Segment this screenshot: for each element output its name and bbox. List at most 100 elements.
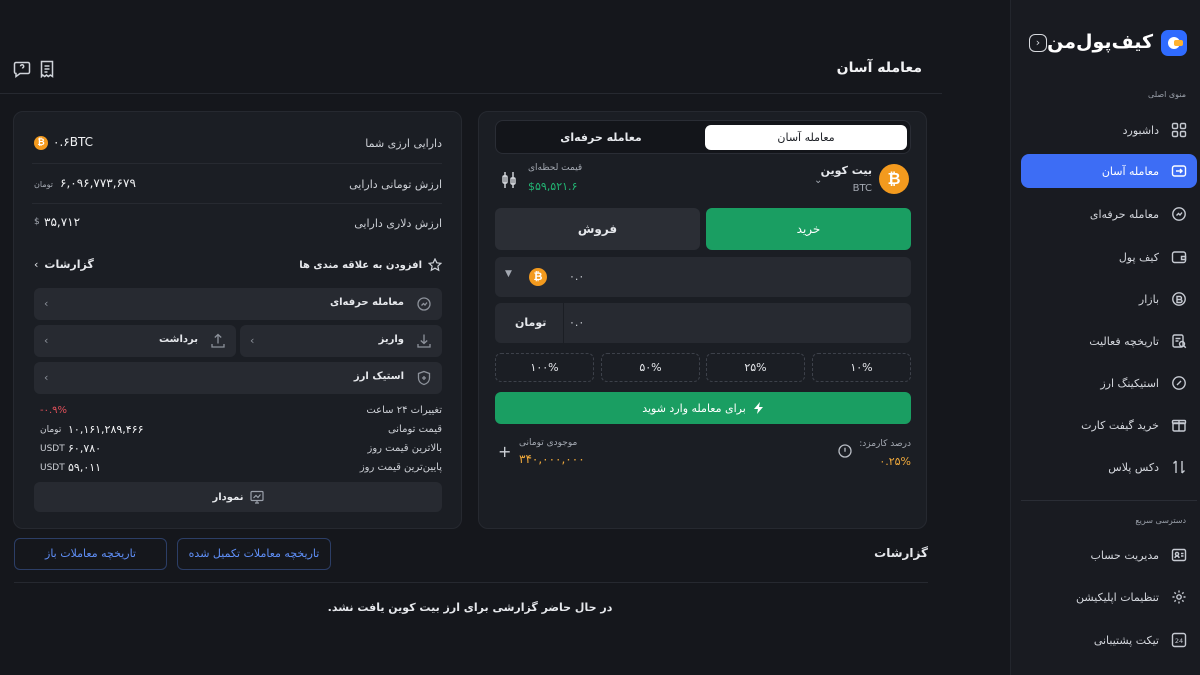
- bitcoin-icon: ₿: [34, 136, 48, 150]
- deposit-button[interactable]: واریز ‹: [240, 325, 442, 357]
- collapse-sidebar-icon[interactable]: ›: [1029, 34, 1047, 52]
- sidebar-item-wallet[interactable]: کیف پول: [1021, 240, 1197, 274]
- chevron-left-icon: ‹: [250, 334, 255, 347]
- wallet-icon: [1171, 251, 1187, 264]
- market-icon: [1172, 292, 1186, 306]
- stat-unit-toman: تومان: [40, 425, 62, 435]
- sidebar-item-label: معامله آسان: [1101, 164, 1159, 178]
- sidebar-item-gift-card[interactable]: خرید گیفت کارت: [1021, 408, 1197, 442]
- stat-value-24h-change: -۰.۹%: [40, 405, 68, 416]
- stat-value-day-low: ۵۹,۰۱۱: [68, 461, 102, 474]
- fee-label: درصد کارمزد:: [859, 439, 911, 449]
- tab-easy-trade[interactable]: معامله آسان: [705, 125, 907, 150]
- toman-unit: تومان: [34, 180, 53, 189]
- sell-button[interactable]: فروش: [495, 208, 700, 250]
- percent-50-button[interactable]: ۵۰%: [601, 353, 700, 382]
- add-to-watchlist-button[interactable]: افزودن به علاقه مندی ها: [299, 258, 442, 272]
- dollar-value-label: ارزش دلاری دارایی: [354, 217, 442, 230]
- toman-value-label: ارزش تومانی دارایی: [349, 178, 442, 191]
- chevron-left-icon: ‹: [44, 371, 49, 384]
- open-trades-history-button[interactable]: تاریخچه معاملات باز: [14, 538, 167, 570]
- chevron-down-icon[interactable]: ▼: [505, 269, 512, 279]
- sidebar-item-label: استیکینگ ارز: [1100, 376, 1159, 390]
- tab-pro-trade[interactable]: معامله حرفه‌ای: [500, 125, 702, 150]
- dashboard-icon: [1171, 122, 1187, 138]
- receipt-icon[interactable]: [38, 60, 56, 78]
- coin-name: بیت کوین: [820, 164, 872, 177]
- toman-balance-value: ۳۴۰,۰۰۰,۰۰۰: [519, 452, 585, 466]
- sidebar-item-staking[interactable]: استیکینگ ارز: [1021, 366, 1197, 400]
- staking-icon: [1172, 376, 1186, 390]
- crypto-amount-value[interactable]: ۰.۰: [569, 270, 584, 283]
- percent-10-button[interactable]: ۱۰%: [812, 353, 911, 382]
- stat-label-day-high: بالاترین قیمت روز: [367, 443, 442, 454]
- add-balance-icon[interactable]: +: [498, 442, 511, 461]
- login-to-trade-button[interactable]: برای معامله وارد شوید: [495, 392, 911, 424]
- header-divider: [0, 93, 942, 94]
- lightning-icon: [753, 402, 763, 414]
- sidebar-item-label: کیف پول: [1118, 250, 1159, 264]
- toman-amount-field[interactable]: تومان ۰.۰: [495, 303, 911, 343]
- percent-100-button[interactable]: ۱۰۰%: [495, 353, 594, 382]
- coin-symbol: BTC: [852, 183, 872, 194]
- pro-trade-action-button[interactable]: معامله حرفه‌ای ‹: [34, 288, 442, 320]
- buy-button[interactable]: خرید: [706, 208, 911, 250]
- toman-amount-value[interactable]: ۰.۰: [569, 316, 584, 329]
- sidebar-item-label: تیکت پشتیبانی: [1093, 633, 1159, 647]
- star-icon: [428, 258, 442, 272]
- pro-trade-action-label: معامله حرفه‌ای: [329, 297, 404, 308]
- withdraw-button[interactable]: برداشت ‹: [34, 325, 236, 357]
- brand-logo[interactable]: کیف‌پول‌من: [1029, 28, 1189, 58]
- toman-balance-label: موجودی تومانی: [519, 438, 578, 448]
- reports-link[interactable]: ‹ گزارشات: [34, 258, 94, 271]
- instant-price-value: $۵۹,۵۲۱.۶: [528, 180, 578, 193]
- staking-icon: [417, 370, 431, 386]
- reports-link-label: گزارشات: [44, 258, 94, 271]
- bitcoin-icon: ₿: [879, 164, 909, 194]
- bitcoin-icon: ₿: [529, 268, 547, 286]
- stat-label-24h-change: تغییرات ۲۴ ساعت: [366, 405, 442, 416]
- toman-currency-label: تومان: [515, 316, 547, 329]
- sidebar-item-dex[interactable]: دکس پلاس: [1021, 450, 1197, 484]
- withdraw-icon: [211, 333, 225, 348]
- sidebar-item-label: تاریخچه فعالیت: [1089, 334, 1159, 348]
- percent-25-button[interactable]: ۲۵%: [706, 353, 805, 382]
- easy-trade-icon: [1171, 165, 1187, 177]
- sidebar-item-label: تنظیمات اپلیکیشن: [1076, 590, 1159, 604]
- main-menu-title: منوی اصلی: [1148, 90, 1186, 99]
- pro-trade-icon: [417, 297, 431, 311]
- toman-value: ۶,۰۹۶,۷۷۳,۶۷۹: [60, 176, 136, 190]
- stat-label-toman-price: قیمت تومانی: [387, 424, 442, 435]
- completed-trades-history-button[interactable]: تاریخچه معاملات تکمیل شده: [177, 538, 331, 570]
- help-chat-icon[interactable]: [13, 60, 31, 78]
- sidebar-item-pro-trade[interactable]: معامله حرفه‌ای: [1021, 197, 1197, 231]
- sidebar-item-dashboard[interactable]: داشبورد: [1021, 113, 1197, 147]
- history-icon: [1172, 334, 1187, 349]
- sidebar-item-label: خرید گیفت کارت: [1081, 418, 1159, 432]
- support-ticket-icon: 24: [1171, 632, 1187, 648]
- candlestick-chart-icon[interactable]: [500, 170, 518, 190]
- divider: [32, 203, 442, 204]
- field-separator: [563, 303, 564, 343]
- sidebar-item-support[interactable]: 24 تیکت پشتیبانی: [1021, 623, 1197, 657]
- svg-text:24: 24: [1175, 637, 1183, 645]
- stat-value-day-high: ۶۰,۷۸۰: [68, 442, 102, 455]
- stat-label-day-low: پایین‌ترین قیمت روز: [359, 462, 442, 473]
- deposit-label: واریز: [378, 334, 404, 345]
- staking-action-button[interactable]: استیک ارز ‹: [34, 362, 442, 394]
- coin-dropdown-icon[interactable]: ⌄: [814, 175, 822, 186]
- reports-divider: [14, 582, 928, 583]
- chevron-left-icon: ‹: [44, 334, 49, 347]
- stat-unit-usdt: USDT: [40, 444, 65, 454]
- chart-button[interactable]: نمودار: [34, 482, 442, 512]
- settings-icon: [1172, 590, 1186, 604]
- sidebar-item-settings[interactable]: تنظیمات اپلیکیشن: [1021, 580, 1197, 614]
- sidebar-item-easy-trade[interactable]: معامله آسان: [1021, 154, 1197, 188]
- sidebar-item-market[interactable]: بازار: [1021, 282, 1197, 316]
- instant-price-label: قیمت لحظه‌ای: [528, 163, 583, 173]
- trade-mode-tabs: معامله آسان معامله حرفه‌ای: [495, 120, 911, 154]
- sidebar-item-history[interactable]: تاریخچه فعالیت: [1021, 324, 1197, 358]
- sidebar-item-account[interactable]: مدیریت حساب: [1021, 538, 1197, 572]
- crypto-amount-field[interactable]: ▼ ₿ ۰.۰: [495, 257, 911, 297]
- info-icon[interactable]: [838, 444, 852, 458]
